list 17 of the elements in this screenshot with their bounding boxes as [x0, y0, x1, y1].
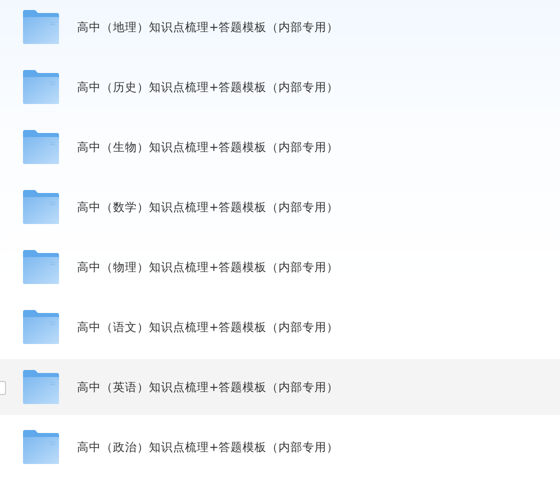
- folder-icon: [23, 310, 59, 344]
- folder-icon: [23, 250, 59, 284]
- folder-icon: [23, 190, 59, 224]
- folder-name[interactable]: 高中（历史）知识点梳理+答题模板（内部专用）: [77, 80, 339, 94]
- folder-name[interactable]: 高中（数学）知识点梳理+答题模板（内部专用）: [77, 200, 339, 214]
- folder-name[interactable]: 高中（生物）知识点梳理+答题模板（内部专用）: [77, 140, 339, 154]
- folder-name[interactable]: 高中（英语）知识点梳理+答题模板（内部专用）: [77, 380, 339, 394]
- folder-icon: [23, 10, 59, 44]
- file-row[interactable]: 高中（英语）知识点梳理+答题模板（内部专用）: [0, 359, 560, 415]
- folder-icon: [23, 370, 59, 404]
- folder-name[interactable]: 高中（物理）知识点梳理+答题模板（内部专用）: [77, 260, 339, 274]
- folder-name[interactable]: 高中（语文）知识点梳理+答题模板（内部专用）: [77, 320, 339, 334]
- folder-icon: [23, 130, 59, 164]
- folder-name[interactable]: 高中（地理）知识点梳理+答题模板（内部专用）: [77, 20, 339, 34]
- folder-name[interactable]: 高中（政治）知识点梳理+答题模板（内部专用）: [77, 440, 339, 454]
- folder-icon: [23, 430, 59, 464]
- folder-icon: [23, 70, 59, 104]
